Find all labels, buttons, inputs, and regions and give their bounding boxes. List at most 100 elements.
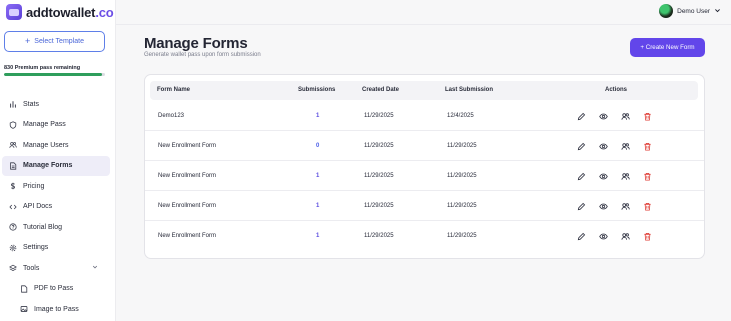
sidebar-item-tools[interactable]: Tools [2, 258, 110, 279]
form-name-cell: New Enrollment Form [158, 203, 217, 209]
row-actions [576, 161, 653, 191]
last-submission-cell: 11/29/2025 [447, 143, 477, 149]
table-row: New Enrollment Form 1 11/29/2025 11/29/2025 [145, 191, 704, 221]
avatar [659, 4, 674, 18]
last-submission-cell: 12/4/2025 [447, 113, 474, 119]
column-submissions: Submissions [298, 87, 336, 93]
users-icon[interactable] [620, 201, 631, 212]
created-date-cell: 11/29/2025 [364, 143, 394, 149]
created-date-cell: 11/29/2025 [364, 233, 394, 239]
table-header: Form Name Submissions Created Date Last … [150, 81, 698, 100]
sidebar-item-label: API Docs [23, 203, 53, 211]
sidebar-item-stats[interactable]: Stats [2, 94, 110, 115]
view-icon[interactable] [598, 141, 609, 152]
created-date-cell: 11/29/2025 [364, 113, 394, 119]
users-icon[interactable] [620, 141, 631, 152]
dollar-icon [9, 182, 17, 190]
edit-icon[interactable] [576, 231, 587, 242]
brand-logo[interactable]: addtowallet.co [6, 4, 114, 20]
premium-progress-fill [4, 73, 102, 76]
sidebar-item-manage-pass[interactable]: Manage Pass [2, 115, 110, 136]
column-last-submission: Last Submission [445, 87, 494, 93]
help-circle-icon [9, 223, 17, 231]
delete-icon[interactable] [642, 201, 653, 212]
layers-icon [9, 264, 17, 272]
premium-pass-count: 830 Premium pass remaining [4, 65, 81, 71]
sidebar-item-tutorial-blog[interactable]: Tutorial Blog [2, 217, 110, 238]
user-menu[interactable]: Demo User [659, 4, 721, 18]
wallet-logo-icon [6, 4, 22, 20]
delete-icon[interactable] [642, 111, 653, 122]
delete-icon[interactable] [642, 141, 653, 152]
sidebar-item-settings[interactable]: Settings [2, 238, 110, 259]
last-submission-cell: 11/29/2025 [447, 233, 477, 239]
submissions-count: 1 [316, 203, 320, 209]
sidebar-item-label: Manage Forms [23, 162, 73, 170]
file-icon [20, 285, 28, 293]
sidebar-item-api-docs[interactable]: API Docs [2, 197, 110, 218]
form-name-cell: Demo123 [158, 113, 185, 119]
submissions-count: 0 [316, 143, 320, 149]
edit-icon[interactable] [576, 141, 587, 152]
view-icon[interactable] [598, 231, 609, 242]
gear-icon [9, 244, 17, 252]
page-title: Manage Forms [144, 35, 248, 52]
users-icon[interactable] [620, 231, 631, 242]
submissions-count: 1 [316, 233, 320, 239]
row-actions [576, 131, 653, 161]
select-template-button[interactable]: + Select Template [4, 31, 105, 52]
row-actions [576, 221, 653, 251]
sidebar-item-image-to-pass[interactable]: Image to Pass [2, 299, 110, 320]
view-icon[interactable] [598, 171, 609, 182]
create-new-form-button[interactable]: + Create New Form [630, 38, 705, 57]
users-icon[interactable] [620, 171, 631, 182]
sidebar-item-label: Manage Pass [23, 121, 66, 129]
top-divider [116, 24, 731, 25]
sidebar-item-manage-forms[interactable]: Manage Forms [2, 155, 110, 176]
table-row: New Enrollment Form 0 11/29/2025 11/29/2025 [145, 131, 704, 161]
users-icon[interactable] [620, 111, 631, 122]
user-name: Demo User [677, 7, 710, 15]
sidebar-item-label: Image to Pass [34, 305, 79, 313]
row-actions [576, 191, 653, 221]
sidebar-item-label: Settings [23, 244, 49, 252]
forms-table: Form Name Submissions Created Date Last … [144, 74, 705, 259]
sidebar-item-label: Stats [23, 100, 39, 108]
submissions-count: 1 [316, 113, 320, 119]
chevron-down-icon [92, 264, 98, 272]
created-date-cell: 11/29/2025 [364, 173, 394, 179]
shield-icon [9, 121, 17, 129]
plus-icon: + [25, 36, 31, 46]
sidebar-item-label: Manage Users [23, 141, 69, 149]
form-name-cell: New Enrollment Form [158, 173, 217, 179]
select-template-label: Select Template [34, 38, 84, 45]
sidebar-item-label: Pricing [23, 182, 45, 190]
edit-icon[interactable] [576, 111, 587, 122]
sidebar-item-pricing[interactable]: Pricing [2, 176, 110, 197]
view-icon[interactable] [598, 201, 609, 212]
sidebar-nav: Stats Manage Pass Manage Users Manage Forms… [2, 94, 110, 320]
column-form-name: Form Name [157, 87, 191, 93]
delete-icon[interactable] [642, 171, 653, 182]
edit-icon[interactable] [576, 201, 587, 212]
column-actions: Actions [605, 87, 628, 93]
users-icon [9, 141, 17, 149]
edit-icon[interactable] [576, 171, 587, 182]
sidebar-item-manage-users[interactable]: Manage Users [2, 135, 110, 156]
row-actions [576, 101, 653, 131]
view-icon[interactable] [598, 111, 609, 122]
sidebar-item-label: Tutorial Blog [23, 223, 63, 231]
last-submission-cell: 11/29/2025 [447, 173, 477, 179]
last-submission-cell: 11/29/2025 [447, 203, 477, 209]
bar-chart-icon [9, 100, 17, 108]
table-row: New Enrollment Form 1 11/29/2025 11/29/2025 [145, 161, 704, 191]
form-name-cell: New Enrollment Form [158, 143, 217, 149]
code-icon [9, 203, 17, 211]
sidebar-item-pdf-to-pass[interactable]: PDF to Pass [2, 279, 110, 300]
brand-name: addtowallet [26, 4, 96, 20]
document-icon [9, 162, 17, 170]
premium-progress-bar [4, 73, 105, 76]
table-row: Demo123 1 11/29/2025 12/4/2025 [145, 101, 704, 131]
delete-icon[interactable] [642, 231, 653, 242]
sidebar: addtowallet.co + Select Template 830 Pre… [0, 0, 116, 321]
